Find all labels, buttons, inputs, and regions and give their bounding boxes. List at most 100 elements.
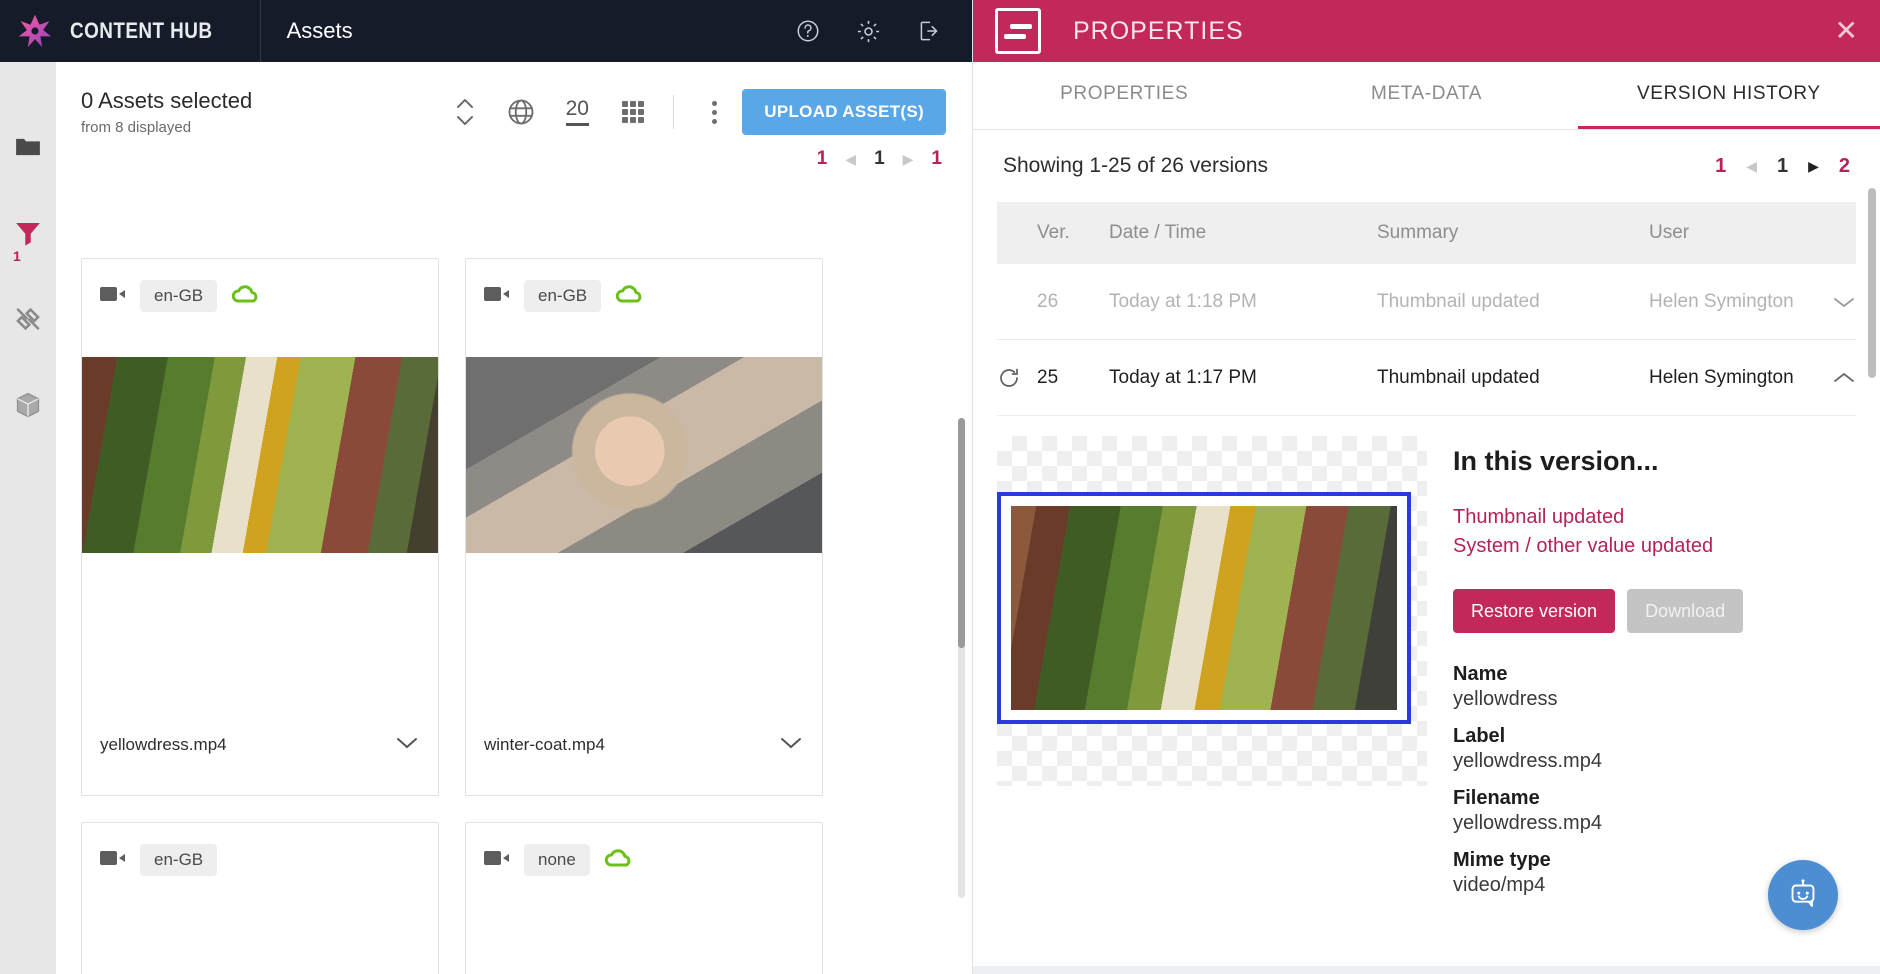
assets-toolbar: 0 Assets selected from 8 displayed 20 UP… (0, 62, 972, 162)
asset-language-chip: en-GB (140, 844, 218, 876)
restore-version-icon[interactable] (997, 366, 1037, 390)
meta-value: yellowdress.mp4 (1453, 750, 1602, 772)
asset-filename: winter-coat.mp4 (484, 735, 605, 754)
assets-pane: CONTENT HUB Assets 0 Assets selected fro… (0, 0, 972, 974)
asset-card[interactable]: en-GB winter-coat.mp4 (465, 258, 823, 796)
asset-language-chip: none (524, 844, 590, 876)
asset-thumbnail (466, 357, 822, 553)
close-icon[interactable]: ✕ (1835, 17, 1858, 45)
download-button[interactable]: Download (1627, 589, 1744, 633)
versions-pagination-first[interactable]: 1 (1715, 155, 1726, 178)
chevron-down-icon[interactable] (1812, 295, 1856, 309)
brand-name: CONTENT HUB (70, 18, 213, 43)
table-header-row: Ver. Date / Time Summary User (997, 202, 1856, 264)
left-rail: 1 (0, 62, 56, 974)
pagination-first[interactable]: 1 (817, 148, 828, 170)
more-options-kebab-icon[interactable] (686, 84, 742, 140)
assets-grid-scroll[interactable]: en-GB yellowdress.mp4 en-GB winter-coat.… (56, 178, 972, 974)
pagination-prev-icon[interactable]: ◀ (845, 151, 856, 168)
asset-card[interactable]: none (465, 822, 823, 974)
selection-summary: 0 Assets selected from 8 displayed (81, 88, 252, 136)
row-datetime: Today at 1:18 PM (1109, 290, 1257, 312)
asset-card-header: none (466, 823, 822, 897)
restore-version-button[interactable]: Restore version (1453, 589, 1616, 633)
settings-gear-icon[interactable] (855, 18, 882, 45)
properties-sliders-icon (995, 8, 1041, 54)
version-actions: Restore version Download (1453, 589, 1856, 633)
filter-count-badge: 1 (13, 248, 21, 264)
page-title: Assets (286, 18, 353, 43)
versions-pagination: 1 ◀ 1 ▶ 2 (1715, 155, 1850, 178)
asset-card-footer: yellowdress.mp4 (82, 695, 438, 795)
topbar-divider (259, 0, 261, 62)
asset-language-chip: en-GB (524, 280, 602, 312)
asset-language-chip: en-GB (140, 280, 218, 312)
asset-card-header: en-GB (82, 259, 438, 333)
versions-pagination-next-icon[interactable]: ▶ (1808, 158, 1819, 175)
help-icon[interactable] (795, 18, 821, 44)
globe-locale-icon[interactable] (493, 84, 549, 140)
asset-card[interactable]: en-GB (81, 822, 439, 974)
versions-pagination-last[interactable]: 2 (1839, 155, 1850, 178)
version-thumbnail-preview (997, 436, 1427, 786)
video-icon (484, 849, 510, 872)
chevron-up-icon[interactable] (1812, 371, 1856, 385)
row-user: Helen Symington (1649, 290, 1794, 312)
row-summary: Thumbnail updated (1377, 290, 1540, 312)
tab-properties[interactable]: PROPERTIES (973, 62, 1275, 129)
brand-logo[interactable] (0, 0, 70, 62)
properties-panel: PROPERTIES ✕ PROPERTIES META-DATA VERSIO… (972, 0, 1880, 974)
tab-version-history[interactable]: VERSION HISTORY (1577, 62, 1880, 129)
row-version: 25 (1037, 366, 1059, 388)
tab-meta-data[interactable]: META-DATA (1275, 62, 1577, 129)
asset-filename: yellowdress.mp4 (100, 735, 227, 754)
column-header-user: User (1649, 222, 1690, 243)
version-preview-frame[interactable] (997, 492, 1411, 724)
version-detail-column: In this version... Thumbnail updated Sys… (1453, 436, 1856, 911)
global-topbar: CONTENT HUB Assets (0, 0, 972, 62)
chevron-down-icon[interactable] (778, 735, 804, 756)
meta-field-label: Label yellowdress.mp4 (1453, 725, 1856, 773)
logout-icon[interactable] (916, 18, 942, 44)
versions-pagination-prev-icon[interactable]: ◀ (1746, 158, 1757, 175)
starburst-logo-icon (18, 14, 52, 48)
properties-scrollbar-thumb[interactable] (1868, 188, 1876, 378)
sidebar-item-tools[interactable] (11, 302, 45, 336)
version-change-2: System / other value updated (1453, 535, 1714, 557)
sort-updown-icon[interactable] (437, 84, 493, 140)
versions-pagination-current: 1 (1776, 154, 1789, 177)
table-row[interactable]: 25 Today at 1:17 PM Thumbnail updated He… (997, 340, 1856, 416)
meta-key: Label (1453, 725, 1506, 747)
meta-value: yellowdress (1453, 688, 1558, 710)
toolbar-divider (673, 95, 675, 129)
displayed-count-label: from 8 displayed (81, 119, 192, 136)
sidebar-item-folders[interactable] (11, 130, 45, 164)
upload-assets-button[interactable]: UPLOAD ASSET(S) (742, 89, 946, 135)
assets-scrollbar-thumb[interactable] (958, 418, 965, 648)
table-row[interactable]: 26 Today at 1:18 PM Thumbnail updated He… (997, 264, 1856, 340)
pagination-last[interactable]: 1 (931, 148, 942, 170)
sidebar-item-filters[interactable]: 1 (11, 216, 45, 264)
page-size-selector[interactable]: 20 (549, 84, 605, 140)
topbar-actions (795, 18, 972, 45)
grid-view-icon[interactable] (605, 84, 661, 140)
asset-card[interactable]: en-GB yellowdress.mp4 (81, 258, 439, 796)
asset-thumbnail (82, 357, 438, 553)
pagination-current: 1 (874, 148, 885, 169)
chevron-down-icon[interactable] (394, 735, 420, 756)
meta-key: Filename (1453, 787, 1540, 809)
chatbot-button[interactable] (1768, 860, 1838, 930)
sidebar-item-packages[interactable] (11, 388, 45, 422)
assets-pagination: 1 ◀ 1 ▶ 1 (817, 148, 942, 170)
pagination-next-icon[interactable]: ▶ (903, 151, 914, 168)
column-header-summary: Summary (1377, 222, 1459, 243)
properties-scrollbar-track[interactable] (1868, 188, 1876, 378)
meta-field-filename: Filename yellowdress.mp4 (1453, 787, 1856, 835)
assets-scrollbar-track[interactable] (958, 418, 965, 898)
assets-grid: en-GB yellowdress.mp4 en-GB winter-coat.… (56, 178, 972, 974)
toolbar-actions: 20 UPLOAD ASSET(S) (437, 62, 972, 162)
row-version: 26 (1037, 290, 1059, 312)
cloud-synced-icon (604, 847, 634, 874)
asset-card-header: en-GB (82, 823, 438, 897)
version-detail: In this version... Thumbnail updated Sys… (973, 416, 1880, 911)
